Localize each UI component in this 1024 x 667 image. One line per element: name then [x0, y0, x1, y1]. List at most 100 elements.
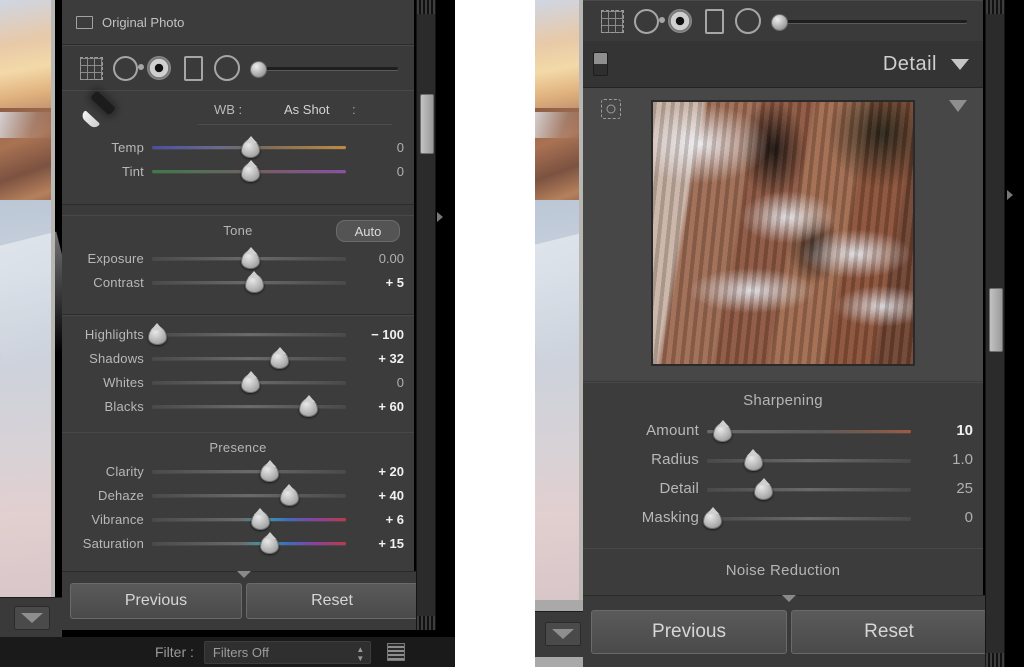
- detail-panel-switch[interactable]: [593, 52, 608, 76]
- preview-triangle-down-icon[interactable]: [949, 100, 967, 112]
- left-screenshot-half: Original Photo WB: As Shot: Temp 0 Tin…: [0, 0, 455, 667]
- slider-row-exposure[interactable]: Exposure 0.00: [62, 246, 414, 270]
- detail-preview-thumbnail[interactable]: [651, 100, 915, 366]
- red-eye-tool[interactable]: [663, 7, 697, 35]
- slider-row-radius[interactable]: Radius 1.0: [583, 445, 983, 474]
- slider-track-radius[interactable]: [707, 451, 911, 471]
- tool-size-slider-track: [771, 20, 967, 23]
- slider-track-clarity[interactable]: [152, 463, 346, 482]
- panel-resize-triangle-icon[interactable]: [237, 571, 251, 578]
- panel-resize-triangle-icon[interactable]: [782, 595, 796, 602]
- slider-row-shadows[interactable]: Shadows + 32: [62, 346, 414, 370]
- spot-removal-tool[interactable]: [629, 7, 665, 35]
- slider-row-masking[interactable]: Masking 0: [583, 503, 983, 532]
- circle-filter-icon: [214, 55, 240, 81]
- tool-size-slider-handle[interactable]: [250, 61, 267, 78]
- wb-preset-caret[interactable]: :: [352, 102, 356, 117]
- slider-handle-highlights[interactable]: [147, 326, 167, 345]
- filmstrip-photo-thumbnail[interactable]: [0, 0, 55, 600]
- slider-row-blacks[interactable]: Blacks + 60: [62, 394, 414, 418]
- slider-bar-clarity: [152, 470, 346, 473]
- graduated-filter-tool[interactable]: [697, 7, 731, 35]
- slider-track-vibrance[interactable]: [152, 511, 346, 530]
- stepper-arrows-icon[interactable]: ▲ ▼: [356, 645, 365, 663]
- slider-handle-detail[interactable]: [754, 480, 774, 500]
- previous-button[interactable]: Previous: [70, 583, 242, 619]
- filmstrip-photo-thumbnail-right[interactable]: [535, 0, 583, 600]
- left-collapse-chevron-button[interactable]: [14, 606, 50, 630]
- previous-button[interactable]: Previous: [591, 609, 787, 654]
- tool-size-slider-handle[interactable]: [771, 14, 788, 31]
- slider-row-whites[interactable]: Whites 0: [62, 370, 414, 394]
- slider-row-tint[interactable]: Tint 0: [62, 159, 414, 183]
- slider-handle-masking[interactable]: [703, 509, 723, 529]
- slider-handle-clarity[interactable]: [260, 463, 280, 482]
- eyedropper-icon[interactable]: [78, 90, 124, 136]
- left-scrollbar-thumb[interactable]: [420, 94, 434, 154]
- slider-handle-whites[interactable]: [241, 374, 260, 393]
- wb-preset-value[interactable]: As Shot: [284, 102, 330, 117]
- slider-row-vibrance[interactable]: Vibrance + 6: [62, 507, 414, 531]
- graduated-filter-tool[interactable]: [176, 54, 210, 82]
- right-panel-scrollbar[interactable]: [985, 0, 1005, 667]
- slider-handle-amount[interactable]: [713, 422, 733, 442]
- auto-tone-button[interactable]: Auto: [336, 220, 400, 242]
- radial-filter-tool[interactable]: [731, 7, 765, 35]
- radial-filter-tool[interactable]: [210, 54, 244, 82]
- slider-handle-vibrance[interactable]: [250, 511, 270, 530]
- slider-track-temp[interactable]: [152, 139, 346, 158]
- slider-row-highlights[interactable]: Highlights − 100: [62, 322, 414, 346]
- noise-reduction-section[interactable]: Noise Reduction: [583, 548, 983, 598]
- slider-handle-dehaze[interactable]: [279, 487, 299, 506]
- slider-handle-tint[interactable]: [241, 163, 260, 182]
- slider-row-temp[interactable]: Temp 0: [62, 135, 414, 159]
- crop-overlay-tool[interactable]: [74, 54, 108, 82]
- slider-track-tint[interactable]: [152, 163, 346, 182]
- slider-track-blacks[interactable]: [152, 398, 346, 417]
- slider-handle-radius[interactable]: [743, 451, 763, 471]
- left-collapse-bar[interactable]: [0, 597, 62, 638]
- slider-row-dehaze[interactable]: Dehaze + 40: [62, 483, 414, 507]
- right-collapse-chevron-button[interactable]: [545, 622, 581, 646]
- slider-row-contrast[interactable]: Contrast + 5: [62, 270, 414, 294]
- tool-size-slider[interactable]: [250, 60, 398, 78]
- slider-track-masking[interactable]: [703, 509, 911, 529]
- spot-removal-tool[interactable]: [108, 54, 144, 82]
- reset-button[interactable]: Reset: [246, 583, 418, 619]
- slider-row-amount[interactable]: Amount 10: [583, 416, 983, 445]
- slider-track-exposure[interactable]: [152, 250, 346, 269]
- slider-handle-exposure[interactable]: [241, 250, 260, 269]
- reset-button[interactable]: Reset: [791, 609, 987, 654]
- slider-handle-shadows[interactable]: [270, 350, 290, 369]
- slider-handle-temp[interactable]: [241, 139, 260, 158]
- tool-size-slider[interactable]: [771, 13, 967, 31]
- slider-track-whites[interactable]: [152, 374, 346, 393]
- left-panel-scrollbar[interactable]: [416, 0, 436, 630]
- panel-show-hide-arrow-icon[interactable]: [1007, 190, 1013, 200]
- right-collapse-bar[interactable]: [535, 611, 590, 657]
- slider-row-clarity[interactable]: Clarity + 20: [62, 459, 414, 483]
- slider-track-shadows[interactable]: [152, 350, 346, 369]
- slider-handle-contrast[interactable]: [244, 274, 264, 293]
- slider-track-contrast[interactable]: [152, 274, 346, 293]
- slider-track-highlights[interactable]: [147, 326, 346, 345]
- loupe-target-icon[interactable]: [601, 99, 621, 119]
- slider-track-amount[interactable]: [707, 422, 911, 442]
- slider-row-saturation[interactable]: Saturation + 15: [62, 531, 414, 555]
- rectangle-filter-icon: [704, 8, 724, 34]
- crop-overlay-tool[interactable]: [595, 7, 629, 35]
- slider-row-detail[interactable]: Detail 25: [583, 474, 983, 503]
- slider-track-detail[interactable]: [707, 480, 911, 500]
- filter-dropdown[interactable]: Filters Off ▲ ▼: [203, 640, 371, 664]
- original-photo-row[interactable]: Original Photo: [62, 0, 414, 45]
- filter-list-icon[interactable]: [386, 643, 405, 661]
- detail-panel-header[interactable]: Detail: [583, 41, 983, 88]
- slider-handle-blacks[interactable]: [299, 398, 319, 417]
- right-scrollbar-thumb[interactable]: [989, 288, 1003, 352]
- slider-track-dehaze[interactable]: [152, 487, 346, 506]
- triangle-down-icon[interactable]: [951, 58, 969, 70]
- red-eye-tool[interactable]: [142, 54, 176, 82]
- slider-handle-saturation[interactable]: [260, 535, 280, 554]
- panel-show-hide-arrow-icon[interactable]: [437, 212, 443, 222]
- slider-track-saturation[interactable]: [152, 535, 346, 554]
